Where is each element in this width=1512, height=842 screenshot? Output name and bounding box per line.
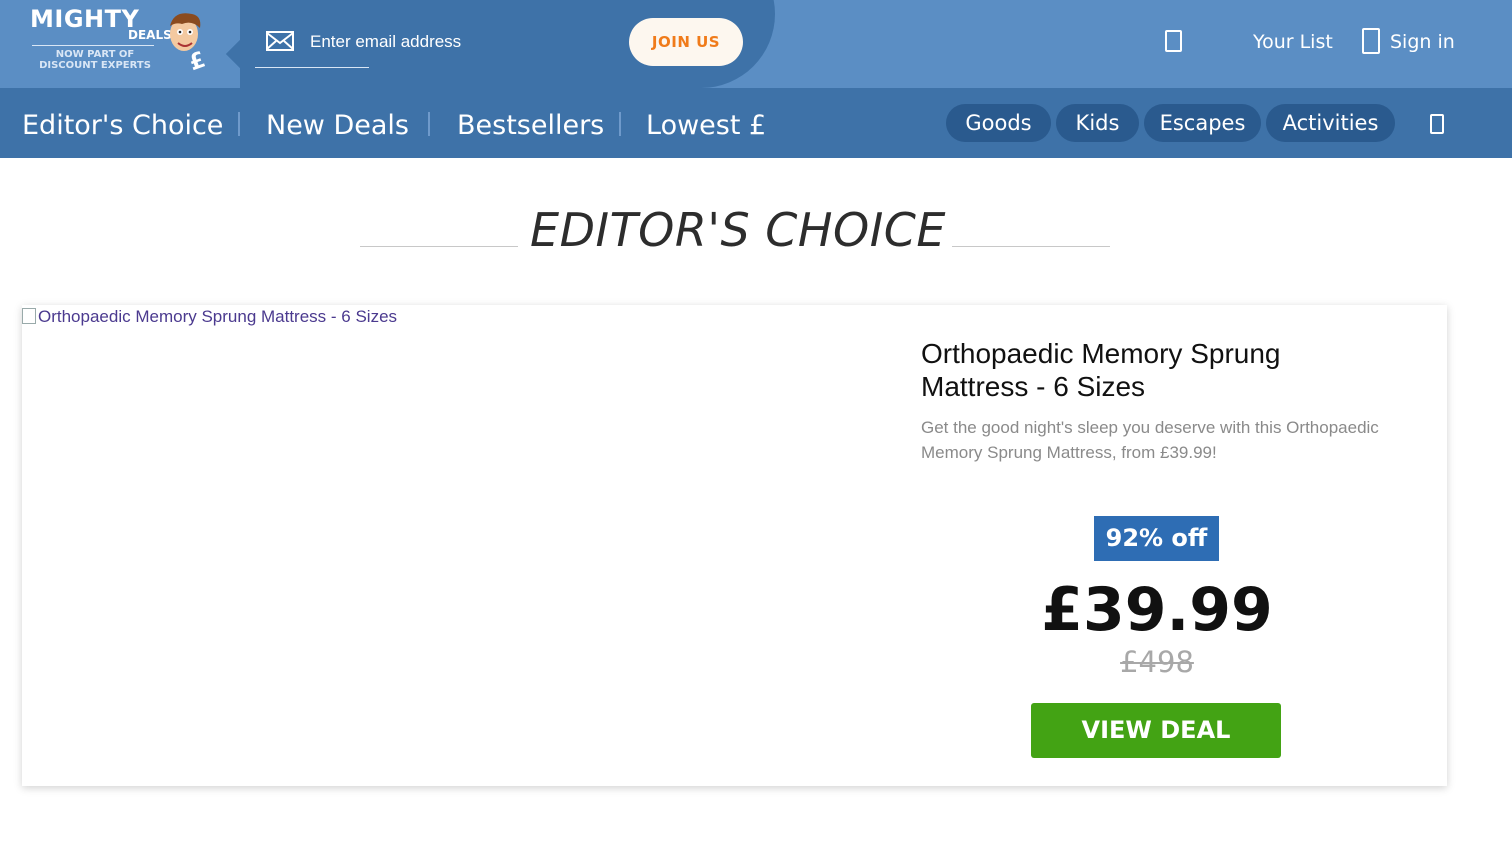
nav-separator bbox=[619, 112, 621, 136]
title-rule-right bbox=[952, 246, 1110, 247]
site-logo[interactable]: MIGHTY DEALS NOW PART OF DISCOUNT EXPERT… bbox=[28, 6, 208, 82]
list-icon[interactable] bbox=[1165, 30, 1182, 52]
discount-badge: 92% off bbox=[1094, 516, 1219, 561]
more-icon[interactable] bbox=[1430, 114, 1444, 134]
logo-rule bbox=[32, 45, 154, 46]
email-input-underline bbox=[255, 67, 369, 68]
category-activities[interactable]: Activities bbox=[1266, 104, 1395, 142]
section-title: EDITOR'S CHOICE bbox=[530, 203, 946, 257]
category-goods[interactable]: Goods bbox=[946, 104, 1051, 142]
sign-in-link[interactable]: Sign in bbox=[1390, 30, 1455, 54]
deal-card: Orthopaedic Memory Sprung Mattress - 6 S… bbox=[22, 305, 1447, 786]
nav-separator bbox=[428, 112, 430, 136]
signin-icon[interactable] bbox=[1362, 28, 1380, 54]
deal-image-alt-text: Orthopaedic Memory Sprung Mattress - 6 S… bbox=[38, 307, 398, 326]
nav-editors-choice[interactable]: Editor's Choice bbox=[22, 110, 223, 142]
top-bar: MIGHTY DEALS NOW PART OF DISCOUNT EXPERT… bbox=[0, 0, 1512, 88]
mail-icon bbox=[266, 31, 294, 51]
deal-title[interactable]: Orthopaedic Memory Sprung Mattress - 6 S… bbox=[921, 337, 1391, 403]
logo-line1: MIGHTY bbox=[30, 5, 140, 33]
nav-bestsellers[interactable]: Bestsellers bbox=[457, 110, 604, 142]
svg-text:£: £ bbox=[186, 48, 208, 72]
main-nav: Editor's Choice New Deals Bestsellers Lo… bbox=[0, 88, 1512, 158]
email-input[interactable] bbox=[308, 28, 612, 56]
view-deal-button[interactable]: VIEW DEAL bbox=[1031, 703, 1281, 758]
deal-description: Get the good night's sleep you deserve w… bbox=[921, 418, 1379, 462]
join-us-button[interactable]: JOIN US bbox=[629, 18, 743, 66]
nav-lowest-price[interactable]: Lowest £ bbox=[646, 110, 766, 142]
category-escapes[interactable]: Escapes bbox=[1144, 104, 1261, 142]
your-list-link[interactable]: Your List bbox=[1253, 30, 1333, 54]
original-price: £498 bbox=[1120, 645, 1194, 679]
nav-separator bbox=[238, 112, 240, 136]
category-kids[interactable]: Kids bbox=[1056, 104, 1139, 142]
deal-image[interactable]: Orthopaedic Memory Sprung Mattress - 6 S… bbox=[22, 305, 397, 329]
nav-new-deals[interactable]: New Deals bbox=[266, 110, 409, 142]
logo-line3: NOW PART OF DISCOUNT EXPERTS bbox=[39, 49, 151, 71]
title-rule-left bbox=[360, 246, 518, 247]
mascot-icon: £ bbox=[170, 13, 208, 72]
broken-image-icon bbox=[22, 308, 36, 324]
deal-price: £39.99 bbox=[1041, 575, 1273, 645]
